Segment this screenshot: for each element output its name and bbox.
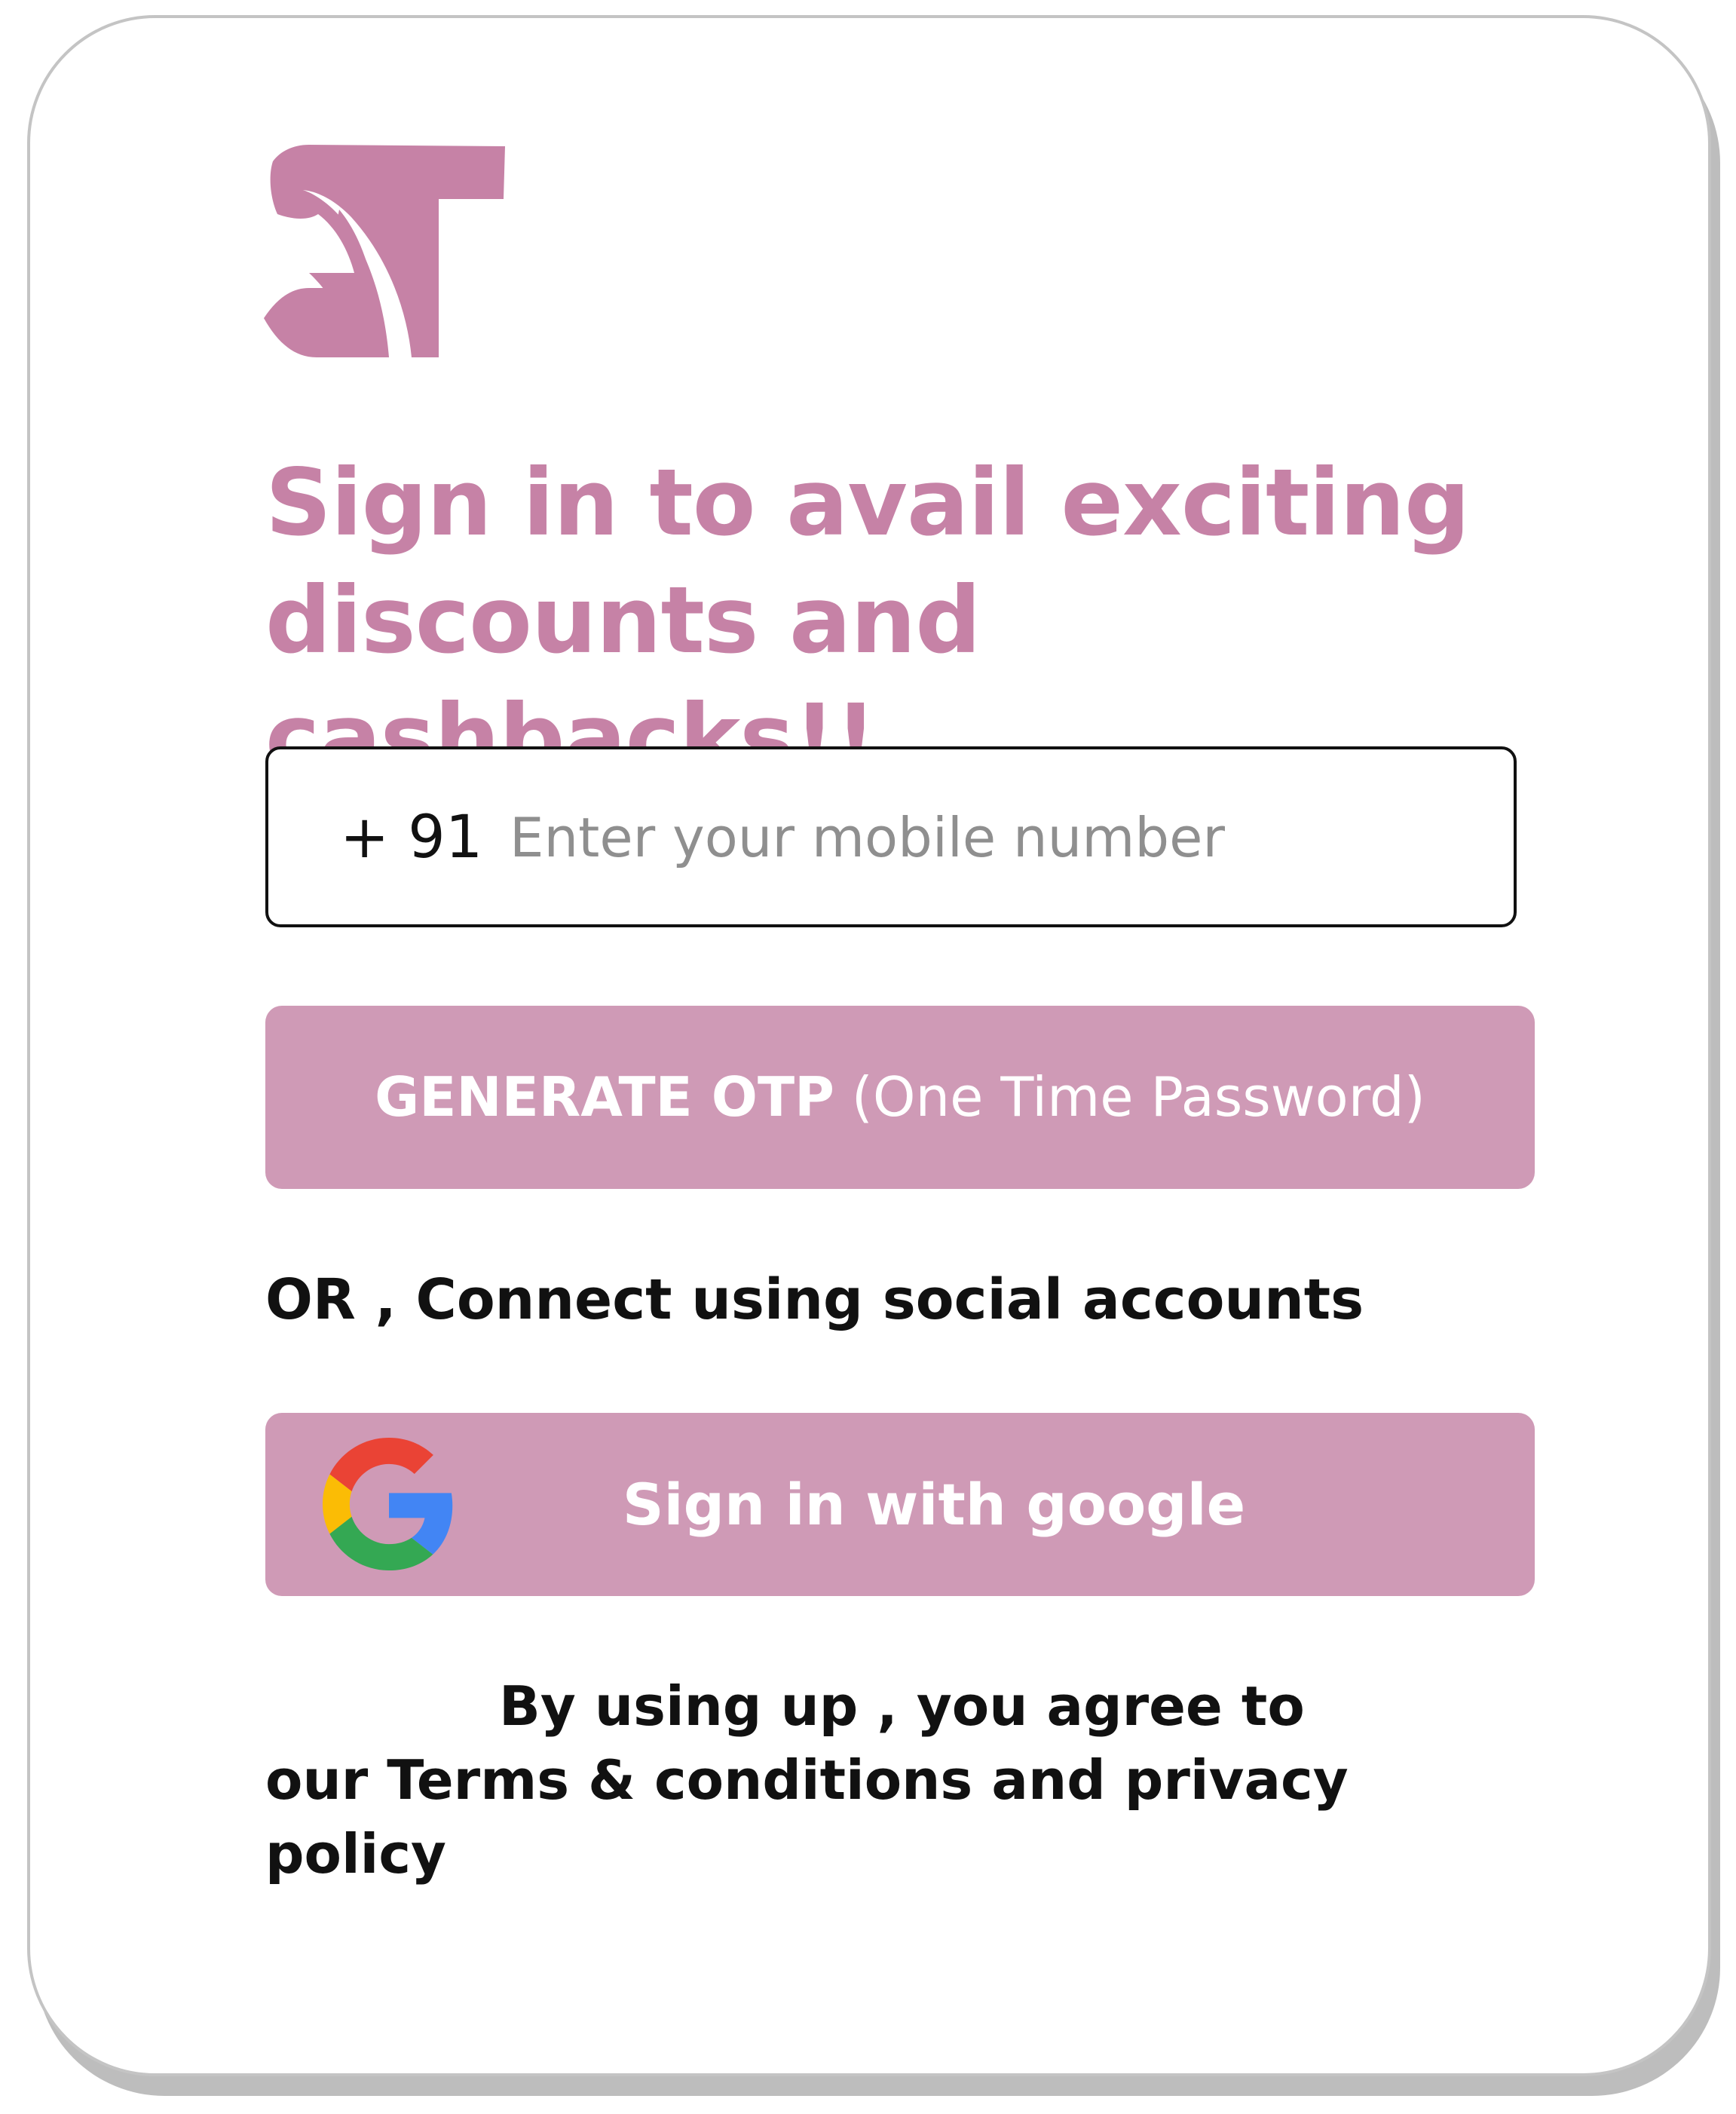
google-sign-in-label: Sign in with google <box>622 1471 1246 1538</box>
headline-line-1: Sign in to avail exciting <box>265 449 1470 556</box>
country-code-prefix: + 91 <box>340 804 483 872</box>
sign-in-card: Sign in to avail exciting discounts and … <box>27 15 1711 2076</box>
terms-notice: By using up , you agree to our Terms & c… <box>265 1669 1547 1891</box>
google-sign-in-button[interactable]: Sign in with google <box>265 1413 1535 1596</box>
mobile-number-input[interactable] <box>510 796 1474 879</box>
generate-otp-label: GENERATE OTP <box>375 1065 834 1129</box>
terms-line-1: By using up , you agree to <box>499 1674 1305 1738</box>
page-title: Sign in to avail exciting discounts and … <box>265 444 1592 797</box>
otp-description-label: (One Time Password) <box>851 1065 1425 1129</box>
generate-otp-button[interactable]: GENERATE OTP (One Time Password) <box>265 1006 1535 1189</box>
mobile-number-field[interactable]: + 91 <box>265 746 1517 927</box>
st-logo <box>264 145 505 357</box>
social-divider-text: OR , Connect using social accounts <box>265 1267 1364 1332</box>
terms-line-2[interactable]: our Terms & conditions and privacy polic… <box>265 1743 1547 1891</box>
